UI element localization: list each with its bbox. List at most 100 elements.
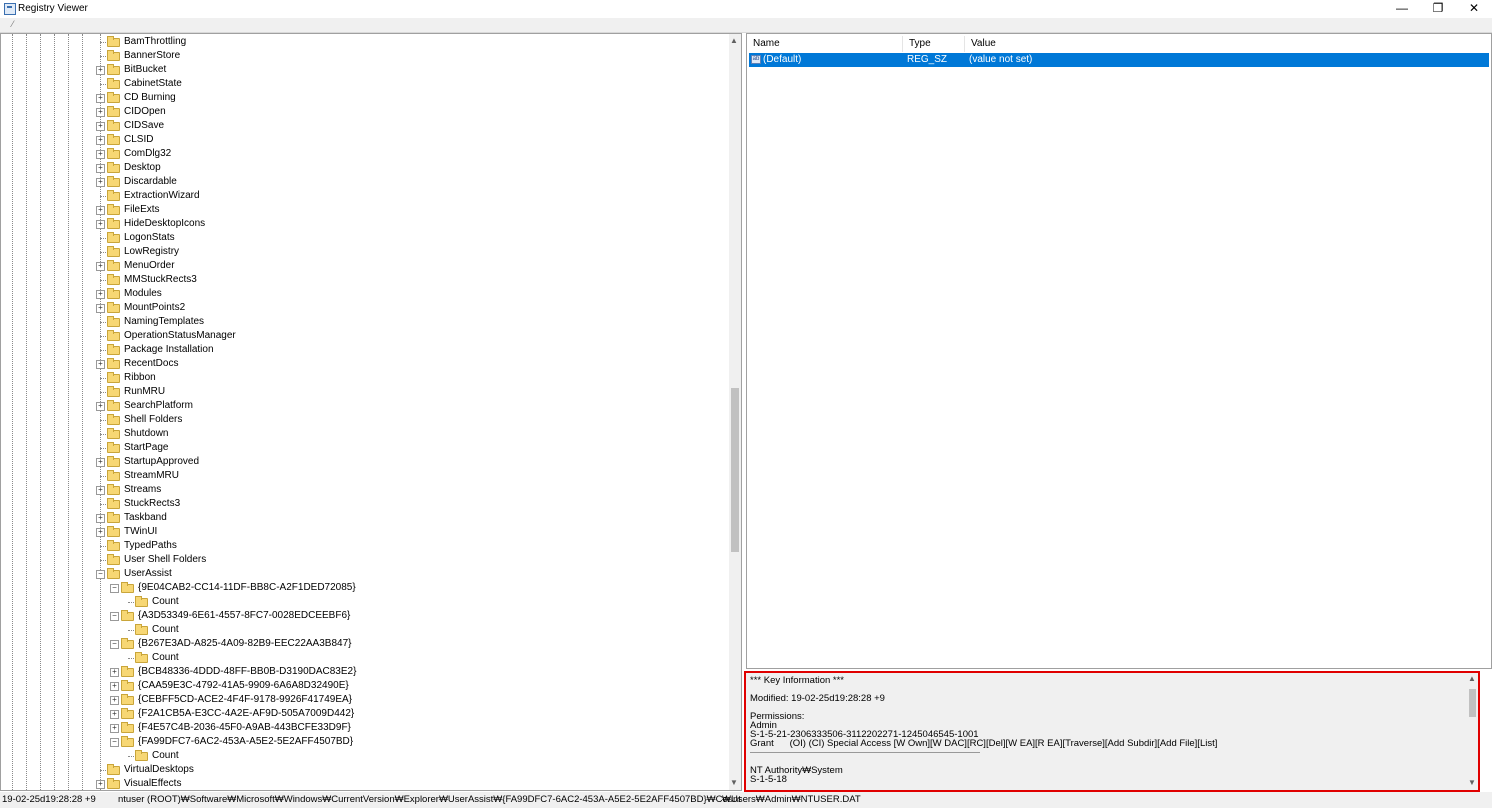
column-header-name[interactable]: Name	[747, 36, 903, 52]
tree-item[interactable]: NamingTemplates	[1, 315, 721, 329]
info-vertical-scrollbar[interactable]: ▲ ▼	[1467, 673, 1478, 790]
restore-button[interactable]: ❐	[1420, 0, 1456, 18]
info-scroll-down-icon[interactable]: ▼	[1468, 778, 1476, 787]
tree-item[interactable]: Count	[1, 623, 721, 637]
expand-toggle-icon[interactable]: +	[96, 150, 105, 159]
minimize-button[interactable]: —	[1384, 0, 1420, 18]
tree-item[interactable]: + CD Burning	[1, 91, 721, 105]
tree-item[interactable]: Count	[1, 651, 721, 665]
tree-item[interactable]: CabinetState	[1, 77, 721, 91]
tree-item[interactable]: − {A3D53349-6E61-4557-8FC7-0028EDCEEBF6}	[1, 609, 721, 623]
tree-scroll-thumb[interactable]	[731, 388, 739, 552]
tree-item[interactable]: + Modules	[1, 287, 721, 301]
tree-item[interactable]: MMStuckRects3	[1, 273, 721, 287]
tree-item[interactable]: + StartupApproved	[1, 455, 721, 469]
tree-item[interactable]: + HideDesktopIcons	[1, 217, 721, 231]
tree-item[interactable]: − {B267E3AD-A825-4A09-82B9-EEC22AA3B847}	[1, 637, 721, 651]
tree-item[interactable]: TypedPaths	[1, 539, 721, 553]
tree-item[interactable]: Package Installation	[1, 343, 721, 357]
tree-vertical-scrollbar[interactable]: ▲ ▼	[729, 34, 741, 790]
column-header-type[interactable]: Type	[903, 36, 965, 52]
tree-item[interactable]: − UserAssist	[1, 567, 721, 581]
tree-item[interactable]: LogonStats	[1, 231, 721, 245]
info-scroll-up-icon[interactable]: ▲	[1468, 674, 1476, 683]
tree-item[interactable]: + RecentDocs	[1, 357, 721, 371]
values-list-pane[interactable]: Name Type Value ab (Default) REG_SZ (val…	[746, 33, 1492, 669]
tree-item[interactable]: + SearchPlatform	[1, 399, 721, 413]
expand-toggle-icon[interactable]: +	[96, 94, 105, 103]
tree-item[interactable]: + BitBucket	[1, 63, 721, 77]
collapse-toggle-icon[interactable]: −	[110, 640, 119, 649]
tree-item[interactable]: LowRegistry	[1, 245, 721, 259]
tree-item[interactable]: − {FA99DFC7-6AC2-453A-A5E2-5E2AFF4507BD}	[1, 735, 721, 749]
scroll-down-arrow-icon[interactable]: ▼	[730, 778, 738, 787]
expand-toggle-icon[interactable]: +	[96, 402, 105, 411]
tree-item[interactable]: + {F2A1CB5A-E3CC-4A2E-AF9D-505A7009D442}	[1, 707, 721, 721]
tree-item[interactable]: ExtractionWizard	[1, 189, 721, 203]
expand-toggle-icon[interactable]: +	[96, 206, 105, 215]
tree-item[interactable]: + CIDSave	[1, 119, 721, 133]
tree-item[interactable]: BamThrottling	[1, 35, 721, 49]
tree-item[interactable]: + Desktop	[1, 161, 721, 175]
key-information-panel[interactable]: *** Key Information *** Modified: 19-02-…	[744, 671, 1480, 792]
tree-item[interactable]: VirtualDesktops	[1, 763, 721, 777]
collapse-toggle-icon[interactable]: −	[96, 570, 105, 579]
tree-item[interactable]: Count	[1, 595, 721, 609]
tree-item[interactable]: + {F4E57C4B-2036-45F0-A9AB-443BCFE33D9F}	[1, 721, 721, 735]
expand-toggle-icon[interactable]: +	[96, 290, 105, 299]
expand-toggle-icon[interactable]: +	[110, 724, 119, 733]
tree-item[interactable]: RunMRU	[1, 385, 721, 399]
tree-item[interactable]: + CIDOpen	[1, 105, 721, 119]
tree-item[interactable]: + Streams	[1, 483, 721, 497]
tree-item[interactable]: − {9E04CAB2-CC14-11DF-BB8C-A2F1DED72085}	[1, 581, 721, 595]
expand-toggle-icon[interactable]: +	[96, 780, 105, 789]
collapse-toggle-icon[interactable]: −	[110, 612, 119, 621]
tree-item[interactable]: Ribbon	[1, 371, 721, 385]
expand-toggle-icon[interactable]: +	[96, 220, 105, 229]
expand-toggle-icon[interactable]: +	[96, 164, 105, 173]
tree-item[interactable]: + CLSID	[1, 133, 721, 147]
expand-toggle-icon[interactable]: +	[96, 304, 105, 313]
info-scroll-thumb[interactable]	[1469, 689, 1476, 717]
tree-item[interactable]: + TWinUI	[1, 525, 721, 539]
column-header-value[interactable]: Value	[965, 36, 1165, 52]
tree-item[interactable]: + {BCB48336-4DDD-48FF-BB0B-D3190DAC83E2}	[1, 665, 721, 679]
expand-toggle-icon[interactable]: +	[96, 458, 105, 467]
close-button[interactable]: ✕	[1456, 0, 1492, 18]
collapse-toggle-icon[interactable]: −	[110, 738, 119, 747]
tree-item[interactable]: + VisualEffects	[1, 777, 721, 790]
tree-item[interactable]: Shutdown	[1, 427, 721, 441]
toolbar-chevron-icon[interactable]: ⁄	[12, 19, 14, 29]
tree-item[interactable]: + {CEBFF5CD-ACE2-4F4F-9178-9926F41749EA}	[1, 693, 721, 707]
collapse-toggle-icon[interactable]: −	[110, 584, 119, 593]
tree-item[interactable]: StartPage	[1, 441, 721, 455]
tree-item[interactable]: + MenuOrder	[1, 259, 721, 273]
expand-toggle-icon[interactable]: +	[96, 528, 105, 537]
expand-toggle-icon[interactable]: +	[96, 360, 105, 369]
tree-item[interactable]: StreamMRU	[1, 469, 721, 483]
expand-toggle-icon[interactable]: +	[96, 136, 105, 145]
expand-toggle-icon[interactable]: +	[96, 66, 105, 75]
tree-item[interactable]: StuckRects3	[1, 497, 721, 511]
expand-toggle-icon[interactable]: +	[96, 108, 105, 117]
tree-item[interactable]: OperationStatusManager	[1, 329, 721, 343]
expand-toggle-icon[interactable]: +	[96, 486, 105, 495]
tree-item[interactable]: Count	[1, 749, 721, 763]
expand-toggle-icon[interactable]: +	[110, 710, 119, 719]
tree-item[interactable]: + Discardable	[1, 175, 721, 189]
value-row-default[interactable]: ab (Default) REG_SZ (value not set)	[749, 53, 1489, 67]
expand-toggle-icon[interactable]: +	[110, 668, 119, 677]
tree-item[interactable]: + Taskband	[1, 511, 721, 525]
tree-item[interactable]: User Shell Folders	[1, 553, 721, 567]
tree-item[interactable]: BannerStore	[1, 49, 721, 63]
tree-item[interactable]: Shell Folders	[1, 413, 721, 427]
expand-toggle-icon[interactable]: +	[96, 514, 105, 523]
expand-toggle-icon[interactable]: +	[96, 122, 105, 131]
expand-toggle-icon[interactable]: +	[96, 178, 105, 187]
tree-item[interactable]: + MountPoints2	[1, 301, 721, 315]
registry-tree-pane[interactable]: BamThrottling BannerStore + BitBucket Cabine…	[0, 33, 742, 791]
expand-toggle-icon[interactable]: +	[110, 696, 119, 705]
tree-item[interactable]: + {CAA59E3C-4792-41A5-9909-6A6A8D32490E}	[1, 679, 721, 693]
scroll-up-arrow-icon[interactable]: ▲	[730, 36, 738, 45]
tree-item[interactable]: + FileExts	[1, 203, 721, 217]
